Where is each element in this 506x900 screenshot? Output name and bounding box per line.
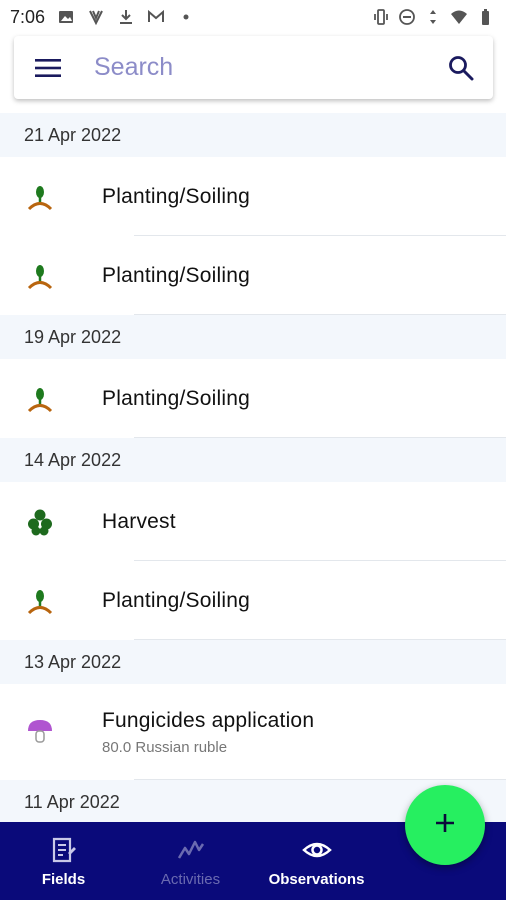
- status-time: 7:06: [10, 6, 46, 27]
- date-header: 19 Apr 2022: [0, 315, 506, 359]
- vibrate-icon: [372, 8, 390, 26]
- list-item[interactable]: Harvest: [0, 482, 506, 561]
- item-title: Harvest: [102, 509, 176, 533]
- search-bar: [14, 36, 493, 99]
- data-arrows-icon: [424, 8, 442, 26]
- app-notification-icon: [87, 8, 105, 26]
- list-item[interactable]: Fungicides application 80.0 Russian rubl…: [0, 684, 506, 780]
- item-cost: 80.0 Russian ruble: [102, 738, 228, 756]
- nav-fields-label: Fields: [41, 870, 86, 888]
- nav-activities[interactable]: Activities: [127, 822, 254, 900]
- item-title: Planting/Soiling: [102, 263, 250, 287]
- battery-icon: [476, 8, 494, 26]
- hamburger-menu-icon[interactable]: [34, 54, 62, 82]
- add-button[interactable]: [405, 785, 485, 865]
- wifi-icon: [450, 8, 468, 26]
- plus-icon: [433, 811, 457, 840]
- planting-icon: [25, 384, 55, 414]
- item-title: Fungicides application: [102, 708, 315, 732]
- date-header: 14 Apr 2022: [0, 438, 506, 482]
- item-title: Planting/Soiling: [102, 588, 250, 612]
- download-icon: [117, 8, 135, 26]
- nav-observations-label: Observations: [268, 870, 365, 888]
- planting-icon: [25, 261, 55, 291]
- list-item[interactable]: Planting/Soiling: [0, 157, 506, 236]
- item-title: Planting/Soiling: [102, 184, 250, 208]
- mushroom-icon: [25, 717, 55, 747]
- item-title: Planting/Soiling: [102, 386, 250, 410]
- harvest-icon: [25, 507, 55, 537]
- nav-activities-label: Activities: [160, 870, 221, 888]
- date-header: 13 Apr 2022: [0, 640, 506, 684]
- nav-fields[interactable]: Fields: [0, 822, 127, 900]
- do-not-disturb-icon: [398, 8, 416, 26]
- activity-list: 21 Apr 2022 Planting/Soiling Planting/So…: [0, 113, 506, 824]
- eye-icon: [301, 835, 332, 865]
- planting-icon: [25, 586, 55, 616]
- status-bar: 7:06: [0, 0, 506, 34]
- more-notifications-icon: [177, 8, 195, 26]
- planting-icon: [25, 182, 55, 212]
- list-item[interactable]: Planting/Soiling: [0, 561, 506, 640]
- activities-icon: [176, 835, 206, 865]
- date-header: 21 Apr 2022: [0, 113, 506, 157]
- list-item[interactable]: Planting/Soiling: [0, 236, 506, 315]
- image-notification-icon: [57, 8, 75, 26]
- search-icon[interactable]: [447, 54, 475, 82]
- mail-icon: [147, 8, 165, 26]
- list-item[interactable]: Planting/Soiling: [0, 359, 506, 438]
- fields-icon: [49, 835, 79, 865]
- search-input[interactable]: [94, 53, 447, 82]
- nav-observations[interactable]: Observations: [254, 822, 379, 900]
